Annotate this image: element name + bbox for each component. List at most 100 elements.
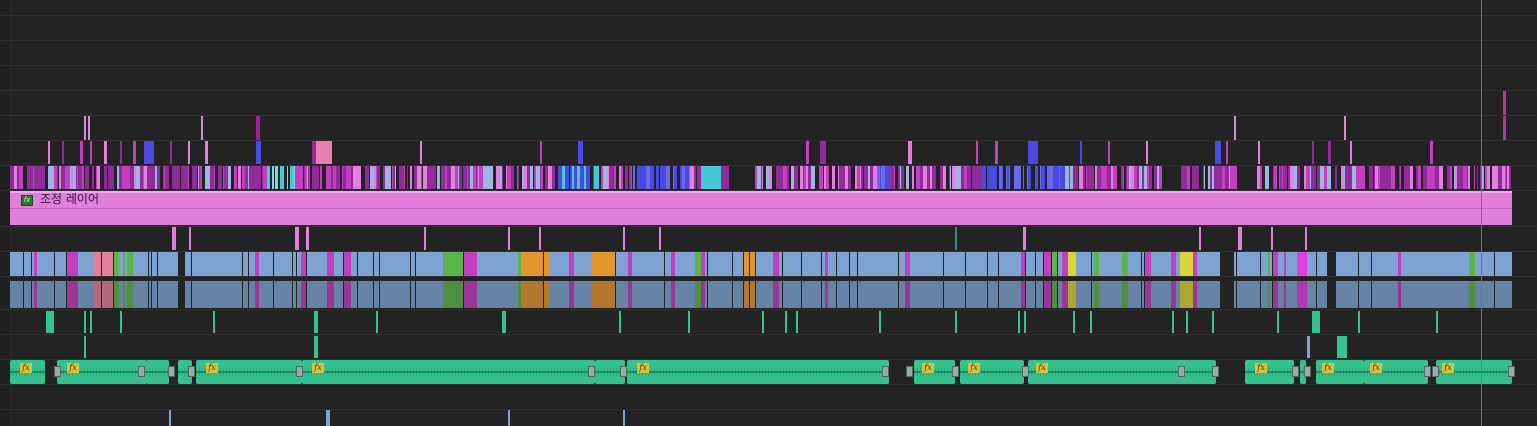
video-clip[interactable] [214, 166, 215, 189]
audio-clip[interactable] [374, 281, 379, 308]
audio-clip[interactable] [991, 281, 998, 308]
video-clip[interactable] [850, 252, 857, 276]
video-clip[interactable] [97, 166, 100, 189]
audio-clip[interactable] [314, 311, 318, 333]
video-clip[interactable] [586, 166, 590, 189]
video-clip[interactable] [43, 166, 45, 189]
audio-clip[interactable] [169, 410, 171, 426]
video-clip[interactable] [201, 116, 203, 140]
video-clip[interactable] [541, 166, 543, 189]
audio-clip[interactable] [508, 410, 510, 426]
video-clip[interactable] [1312, 166, 1316, 189]
video-clip[interactable] [200, 166, 202, 189]
audio-clip[interactable] [307, 281, 314, 308]
audio-clip[interactable] [301, 281, 306, 308]
clip-edge-handle[interactable] [1432, 366, 1439, 377]
video-clip[interactable] [1226, 141, 1228, 164]
audio-clip[interactable] [145, 281, 148, 308]
video-clip[interactable] [1359, 252, 1366, 276]
audio-clip[interactable] [326, 410, 330, 426]
video-clip[interactable] [1430, 141, 1433, 164]
audio-clip[interactable] [1041, 281, 1043, 308]
audio-clip[interactable] [243, 281, 248, 308]
audio-clip[interactable] [1312, 311, 1320, 333]
video-clip[interactable] [1299, 166, 1300, 189]
audio-clip[interactable]: fx [1436, 360, 1512, 384]
audio-clip[interactable] [1358, 311, 1360, 333]
audio-clip[interactable] [90, 311, 92, 333]
audio-clip[interactable] [796, 311, 798, 333]
video-clip[interactable] [1195, 166, 1199, 189]
clip-edge-handle[interactable] [1304, 366, 1311, 377]
video-clip[interactable] [1305, 227, 1307, 250]
audio-clip[interactable] [844, 281, 849, 308]
audio-clip[interactable] [879, 311, 881, 333]
video-clip[interactable] [189, 227, 191, 250]
video-clip[interactable] [21, 252, 23, 276]
video-clip[interactable] [1423, 252, 1430, 276]
video-clip[interactable] [502, 166, 503, 189]
audio-clip[interactable] [314, 336, 318, 358]
video-clip[interactable] [1021, 252, 1025, 276]
video-clip[interactable] [1202, 252, 1209, 276]
video-clip[interactable] [1087, 252, 1091, 276]
video-clip[interactable] [1239, 252, 1246, 276]
video-clip[interactable] [257, 166, 261, 189]
video-clip[interactable] [769, 166, 772, 189]
video-clip[interactable] [906, 166, 909, 189]
video-clip[interactable] [460, 166, 462, 189]
video-clip[interactable] [1043, 166, 1045, 189]
audio-clip[interactable] [1021, 281, 1025, 308]
video-clip[interactable] [1445, 252, 1452, 276]
video-clip[interactable] [334, 252, 341, 276]
video-clip[interactable] [145, 252, 148, 276]
audio-clip[interactable] [110, 281, 113, 308]
video-clip[interactable] [364, 252, 371, 276]
audio-clip[interactable] [448, 281, 455, 308]
audio-clip[interactable] [932, 281, 939, 308]
video-clip[interactable] [1344, 116, 1346, 140]
audio-clip[interactable] [1320, 281, 1327, 308]
video-clip[interactable] [813, 166, 815, 189]
video-clip[interactable] [1391, 166, 1395, 189]
video-clip[interactable] [976, 141, 978, 164]
video-clip[interactable] [60, 252, 66, 276]
video-clip[interactable] [694, 166, 696, 189]
video-clip[interactable] [521, 252, 528, 276]
audio-clip[interactable] [619, 311, 621, 333]
clip-edge-handle[interactable] [1292, 366, 1299, 377]
audio-clip[interactable] [1172, 311, 1174, 333]
audio-clip[interactable] [1186, 311, 1188, 333]
video-clip[interactable] [374, 252, 379, 276]
video-clip[interactable] [1110, 252, 1117, 276]
video-clip[interactable] [320, 166, 322, 189]
video-clip[interactable] [133, 141, 136, 164]
video-clip[interactable] [667, 166, 670, 189]
video-clip[interactable] [57, 166, 58, 189]
clip-edge-handle[interactable] [1178, 366, 1185, 377]
audio-clip[interactable] [837, 281, 844, 308]
video-clip[interactable] [894, 166, 895, 189]
video-clip[interactable] [1146, 141, 1148, 164]
video-clip[interactable] [1355, 252, 1358, 276]
video-clip[interactable] [401, 252, 408, 276]
video-clip[interactable] [120, 141, 122, 164]
audio-clip[interactable] [1366, 281, 1371, 308]
video-clip[interactable] [371, 252, 373, 276]
video-clip[interactable] [237, 252, 242, 276]
audio-clip[interactable] [537, 281, 543, 308]
video-clip[interactable] [1113, 166, 1117, 189]
audio-clip[interactable] [280, 281, 287, 308]
video-clip[interactable] [837, 252, 844, 276]
video-clip[interactable] [1450, 166, 1452, 189]
playhead[interactable] [1481, 0, 1482, 426]
audio-clip[interactable]: fx [302, 360, 595, 384]
audio-clip[interactable] [521, 281, 528, 308]
audio-clip[interactable] [1164, 281, 1171, 308]
video-clip[interactable] [87, 252, 94, 276]
video-clip[interactable] [234, 166, 237, 189]
video-clip[interactable] [1151, 252, 1158, 276]
video-clip[interactable] [1274, 166, 1277, 189]
audio-clip[interactable] [71, 281, 78, 308]
video-clip[interactable] [1052, 252, 1057, 276]
